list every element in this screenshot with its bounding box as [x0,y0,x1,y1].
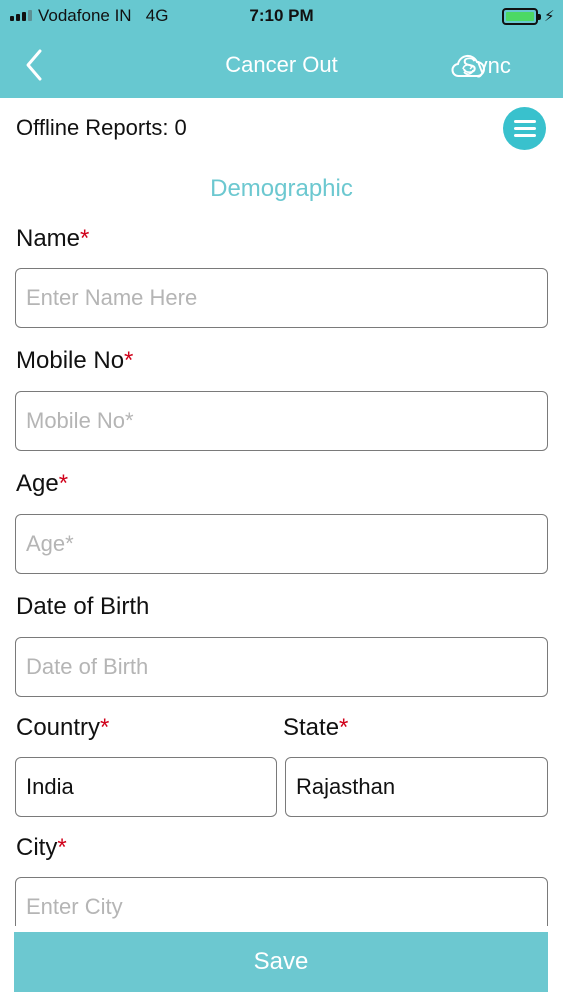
mobile-label: Mobile No* [16,347,134,374]
menu-button[interactable] [503,107,546,150]
state-input[interactable] [285,757,548,817]
age-input[interactable] [15,514,548,574]
sync-label: Sync [462,53,511,78]
mobile-input[interactable] [15,391,548,451]
status-time: 7:10 PM [249,6,314,25]
country-input[interactable] [15,757,277,817]
section-title: Demographic [210,175,353,202]
city-label: City* [16,834,67,861]
dob-label: Date of Birth [16,593,150,620]
app-header: Vodafone IN 4G 7:10 PM ⚡ Cancer Out Sync [0,0,563,98]
name-label: Name* [16,225,90,252]
charging-icon: ⚡ [544,8,555,25]
save-button[interactable]: Save [14,932,548,992]
status-bar: Vodafone IN 4G 7:10 PM ⚡ [0,0,563,32]
hamburger-menu-icon [513,120,536,123]
dob-input[interactable] [15,637,548,697]
country-label: Country* [16,714,110,741]
battery-icon [502,8,541,25]
age-label: Age* [16,470,69,497]
state-label: State* [283,714,349,741]
offline-reports-count: Offline Reports: 0 [16,115,187,140]
city-input[interactable] [15,877,548,926]
name-input[interactable] [15,268,548,328]
form-scroll-clip [0,860,563,926]
sync-button[interactable]: Sync [450,48,555,84]
